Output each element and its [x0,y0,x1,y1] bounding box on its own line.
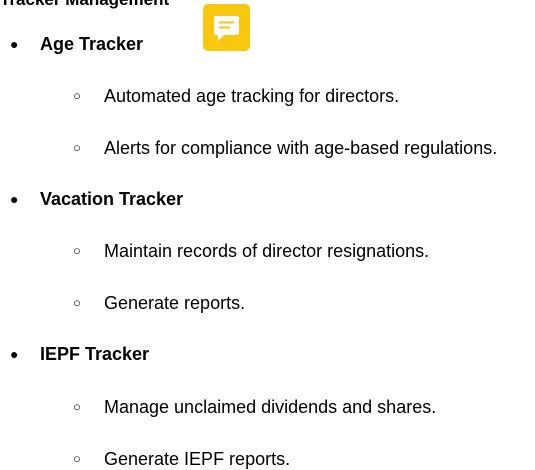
circle-bullet-icon: ○ [73,295,81,310]
list-item-text: Manage unclaimed dividends and shares. [104,397,437,417]
section-heading: Tracker Management [0,0,169,10]
circle-bullet-icon: ○ [73,243,81,258]
circle-bullet-icon: ○ [73,140,81,155]
section-title: Age Tracker [40,34,144,54]
list-item-text: Generate IEPF reports. [104,449,291,469]
section-title: IEPF Tracker [40,344,150,364]
circle-bullet-icon: ○ [73,451,81,466]
circle-bullet-icon: ○ [73,88,81,103]
comment-icon-glyph [214,16,239,41]
list-item-text: Generate reports. [104,293,246,313]
list-item-text: Automated age tracking for directors. [104,86,400,106]
bullet-icon: ● [10,191,19,207]
circle-bullet-icon: ○ [73,399,81,414]
bullet-icon: ● [10,346,19,362]
list-item-text: Alerts for compliance with age-based reg… [104,138,498,158]
list-item-text: Maintain records of director resignation… [104,241,430,261]
comment-icon[interactable] [203,4,250,51]
section-title: Vacation Tracker [40,189,184,209]
bullet-icon: ● [10,36,19,52]
